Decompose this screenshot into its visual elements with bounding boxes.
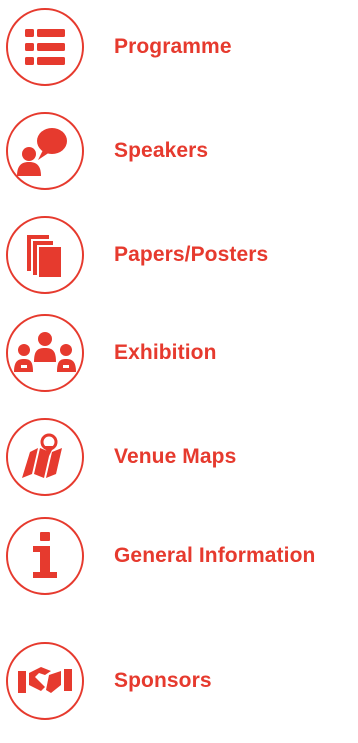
papers-icon-circle [6,216,84,294]
sponsors-icon-circle [6,642,84,720]
menu-item-label: Exhibition [114,341,217,364]
menu-item-label: Sponsors [114,669,212,692]
documents-stack-icon [27,235,61,277]
menu-item-label: Speakers [114,139,209,162]
menu-item-label: Papers/Posters [114,243,269,266]
menu-item-papers-posters[interactable]: Papers/Posters [6,214,358,296]
list-icon [25,29,65,65]
menu-item-sponsors[interactable]: Sponsors [6,640,358,722]
menu-item-label: General Information [114,544,316,567]
programme-icon-circle [6,8,84,86]
info-icon-circle [6,517,84,595]
exhibition-icon-circle [6,314,84,392]
speech-bubble-person-icon [17,128,67,176]
map-pin-icon [22,433,62,478]
menu-item-speakers[interactable]: Speakers [6,110,358,192]
main-menu: Programme Speakers Papers/Posters Exhibi… [0,0,358,743]
speakers-icon-circle [6,112,84,190]
people-group-icon [14,332,76,372]
menu-item-label: Venue Maps [114,445,237,468]
menu-item-general-information[interactable]: General Information [6,515,358,597]
menu-item-exhibition[interactable]: Exhibition [6,312,358,394]
menu-item-label: Programme [114,35,232,58]
info-icon [33,532,57,578]
menu-item-programme[interactable]: Programme [6,6,358,88]
handshake-icon [18,667,72,693]
venue-maps-icon-circle [6,418,84,496]
menu-item-venue-maps[interactable]: Venue Maps [6,416,358,498]
